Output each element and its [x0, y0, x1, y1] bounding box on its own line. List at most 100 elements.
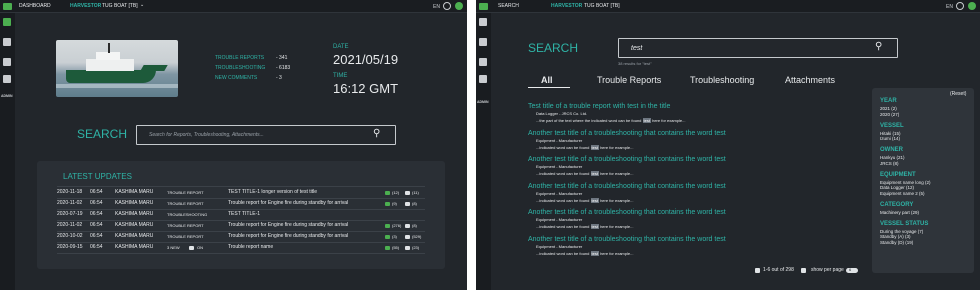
vessel-selector[interactable]: TUG BOAT [TB] [102, 4, 138, 9]
result-title[interactable]: Another test title of a troubleshooting … [528, 209, 726, 216]
app-logo-icon[interactable] [479, 3, 488, 10]
filter-option[interactable]: 2021 (2) [880, 106, 897, 112]
wrench-icon[interactable] [479, 58, 487, 66]
row-time: 06:54 [90, 222, 103, 228]
filter-option[interactable]: Standby (D) (19) [880, 240, 913, 246]
row-title[interactable]: Trouble report for Engine fire during st… [228, 223, 348, 228]
filter-reset-button[interactable]: (Reset) [950, 92, 966, 97]
row-title[interactable]: Trouble report for Engine fire during st… [228, 234, 348, 239]
row-likes: (276) [392, 223, 402, 228]
trouble-reports-label[interactable]: TROUBLE REPORTS [215, 56, 264, 61]
vessel-selector[interactable]: TUG BOAT [TB] [584, 4, 620, 9]
result-meta: Equipment - Manufacturer [536, 190, 583, 196]
tab-attachments[interactable]: Attachments [785, 76, 835, 85]
result-meta: Data Logger - JRCS Co. Ltd. [536, 111, 588, 116]
troubleshooting-label[interactable]: TROUBLESHOOTING [215, 66, 265, 71]
tab-trouble-reports[interactable]: Trouble Reports [597, 76, 661, 85]
comment-icon[interactable] [405, 224, 410, 228]
dashboard-icon[interactable] [3, 18, 11, 26]
row-type: 3 NEW [167, 245, 180, 250]
filter-title-owner: OWNER [880, 147, 903, 153]
search-icon[interactable]: ⚲ [373, 129, 380, 139]
result-title[interactable]: Another test title of a troubleshooting … [528, 183, 726, 190]
row-likes: (12) [392, 190, 400, 195]
per-page-select[interactable]: 6 [846, 268, 858, 273]
active-tab-indicator [528, 87, 570, 88]
search-query[interactable]: test [631, 45, 642, 52]
row-divider [57, 209, 425, 210]
thumbs-up-icon[interactable] [385, 224, 390, 228]
filter-option[interactable]: JRCS (8) [880, 161, 899, 167]
result-title[interactable]: Test title of a trouble report with test… [528, 103, 670, 110]
per-page-label: show per page [811, 267, 844, 273]
admin-link[interactable]: ADMIN [1, 94, 12, 98]
document-icon[interactable] [3, 38, 11, 46]
tab-troubleshooting[interactable]: Troubleshooting [690, 76, 754, 85]
snippet-text: ...indicated word can be found [536, 144, 590, 150]
tab-all[interactable]: All [541, 76, 553, 85]
calendar-icon[interactable] [3, 75, 11, 83]
thumbs-up-icon[interactable] [385, 246, 390, 250]
app-name: HARVESTOR [551, 3, 583, 9]
new-comments-label[interactable]: NEW COMMENTS [215, 76, 257, 81]
language-selector[interactable]: EN [946, 4, 953, 10]
calendar-icon[interactable] [479, 75, 487, 83]
row-divider [57, 231, 425, 232]
row-time: 06:54 [90, 200, 103, 206]
row-date: 2020-11-02 [57, 200, 83, 206]
row-comments: (529) [412, 234, 422, 239]
comment-icon[interactable] [405, 235, 410, 239]
time-value: 16:12 GMT [333, 81, 399, 96]
language-selector[interactable]: EN [433, 4, 440, 10]
result-title[interactable]: Another test title of a troubleshooting … [528, 156, 726, 163]
document-icon[interactable] [479, 38, 487, 46]
filter-option[interactable]: Equipment name 2 (5) [880, 191, 925, 197]
row-likes: (3) [392, 234, 397, 239]
result-snippet: ...indicated word can be found test here… [536, 144, 633, 150]
filter-title-vessel: VESSEL [880, 122, 904, 129]
app-logo-icon[interactable] [3, 3, 12, 10]
snippet-text: ...indicated word can be found [536, 224, 590, 229]
row-vessel: KASHIMA MARU [115, 200, 154, 206]
search-input[interactable]: test ⚲ [618, 38, 898, 58]
row-vessel: KASHIMA MARU [115, 211, 154, 217]
app-name: HARVESTOR [70, 3, 102, 9]
user-avatar-icon[interactable] [968, 2, 976, 10]
user-avatar-icon[interactable] [455, 2, 463, 10]
search-icon[interactable]: ⚲ [875, 42, 882, 52]
per-page-checkbox[interactable] [801, 268, 806, 273]
new-comments-value: - 3 [276, 75, 282, 81]
filter-option[interactable]: Izumi (14) [880, 136, 900, 142]
date-label: DATE [333, 44, 349, 50]
snippet-highlight: test [590, 144, 599, 150]
row-date: 2020-11-18 [57, 189, 83, 195]
comment-icon[interactable] [405, 246, 410, 250]
select-all-checkbox[interactable] [755, 268, 760, 273]
wrench-icon[interactable] [3, 58, 11, 66]
filter-option[interactable]: Machinery part (29) [880, 210, 919, 216]
row-divider [57, 253, 425, 254]
filter-option[interactable]: Hankyu (21) [880, 155, 905, 161]
thumbs-up-icon[interactable] [385, 202, 390, 206]
result-title[interactable]: Another test title of a troubleshooting … [528, 236, 726, 243]
row-divider [57, 242, 425, 243]
settings-icon[interactable] [956, 2, 964, 10]
thumbs-up-icon[interactable] [385, 191, 390, 195]
filter-option[interactable]: Data Logger (12) [880, 185, 914, 191]
filter-option[interactable]: Standby (A) (3) [880, 234, 911, 240]
thumbs-up-icon[interactable] [385, 235, 390, 239]
row-title[interactable]: Trouble report for Engine fire during st… [228, 201, 348, 206]
comment-icon [189, 246, 194, 250]
result-title[interactable]: Another test title of a troubleshooting … [528, 130, 726, 137]
filter-option[interactable]: 2020 (27) [880, 112, 899, 118]
row-title[interactable]: Trouble report name [228, 245, 273, 250]
admin-link[interactable]: ADMIN [477, 100, 488, 104]
comment-icon[interactable] [405, 191, 410, 195]
dashboard-icon[interactable] [479, 18, 487, 26]
settings-icon[interactable] [443, 2, 451, 10]
comment-icon[interactable] [405, 202, 410, 206]
search-input[interactable]: Search for Reports, Troubleshooting, Att… [136, 125, 396, 145]
row-title[interactable]: TEST TITLE-1 [228, 212, 260, 217]
row-title[interactable]: TEST TITLE-1 longer version of test titl… [228, 190, 317, 195]
chevron-down-icon[interactable]: ⌄ [140, 3, 144, 8]
